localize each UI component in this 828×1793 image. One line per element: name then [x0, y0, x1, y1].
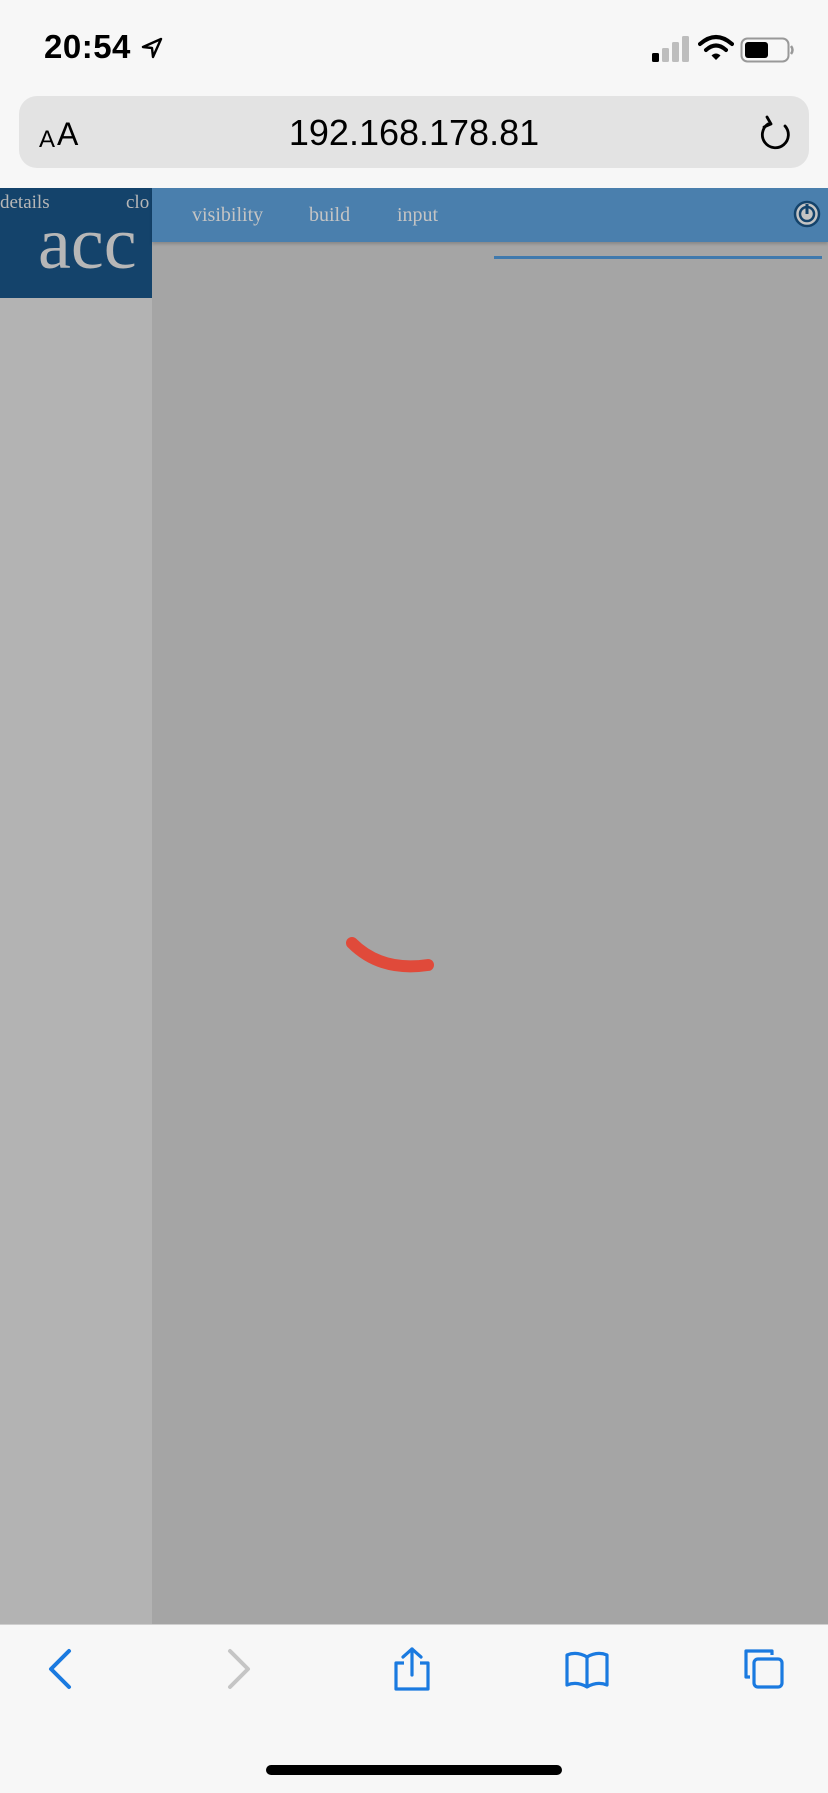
back-icon	[49, 1649, 71, 1689]
status-bar: 20:54	[0, 0, 828, 90]
share-icon	[394, 1647, 430, 1691]
back-button[interactable]	[20, 1625, 100, 1709]
top-nav: visibility build input	[152, 188, 828, 242]
bookmarks-button[interactable]	[545, 1625, 625, 1709]
status-time: 20:54	[44, 28, 131, 65]
tabs-icon	[744, 1649, 784, 1689]
location-arrow-icon	[141, 37, 163, 59]
nav-item-build[interactable]: build	[309, 204, 350, 227]
home-indicator	[266, 1765, 562, 1775]
bookmarks-icon	[565, 1651, 609, 1689]
header-big-word: acc	[38, 203, 137, 285]
url-text[interactable]: 192.168.178.81	[19, 112, 809, 154]
reload-icon[interactable]	[757, 114, 793, 154]
left-header: details clo acc	[0, 188, 152, 298]
forward-icon	[228, 1649, 250, 1689]
forward-button[interactable]	[195, 1625, 275, 1709]
loading-spinner-icon	[346, 937, 434, 973]
web-page: details clo acc visibility build input	[0, 188, 828, 1624]
share-button[interactable]	[370, 1625, 450, 1709]
battery-icon	[740, 37, 794, 63]
tabs-button[interactable]	[722, 1625, 802, 1709]
nav-item-visibility[interactable]: visibility	[192, 204, 263, 227]
cellular-signal-icon	[652, 36, 689, 62]
wifi-icon	[698, 35, 734, 60]
url-bar[interactable]: A A 192.168.178.81	[19, 96, 809, 168]
power-icon[interactable]	[793, 200, 821, 228]
nav-item-input[interactable]: input	[397, 204, 438, 227]
loading-progress-line	[494, 256, 822, 259]
main-panel-overlay: visibility build input	[152, 188, 828, 1624]
bottom-toolbar	[0, 1624, 828, 1793]
